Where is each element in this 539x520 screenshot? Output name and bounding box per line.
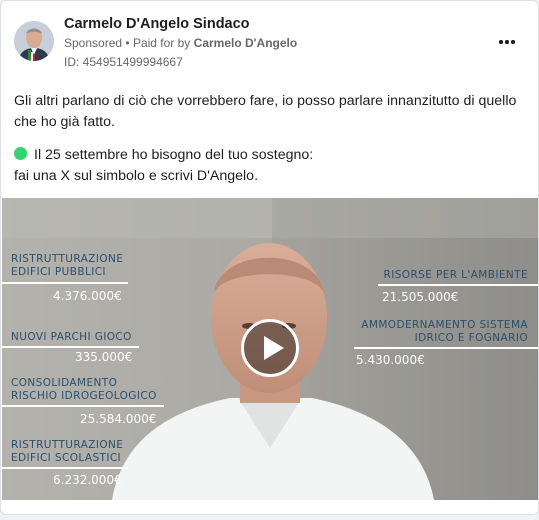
sponsor-line: Sponsored • Paid for by Carmelo D'Angelo <box>64 36 297 50</box>
sponsored-label: Sponsored <box>64 36 123 50</box>
paid-for-label: Paid for by <box>132 36 191 50</box>
paid-for-name[interactable]: Carmelo D'Angelo <box>194 36 298 50</box>
overlay-divider <box>2 405 164 407</box>
overlay-value-risorse-ambiente: 21.505.000€ <box>382 290 459 304</box>
overlay-value-sistema-idrico: 5.430.000€ <box>356 353 425 367</box>
ad-id: ID: 454951499994667 <box>64 55 183 69</box>
overlay-label-parchi-gioco: NUOVI PARCHI GIOCO <box>11 331 132 343</box>
overlay-label-edifici-pubblici: RISTRUTTURAZIONE EDIFICI PUBBLICI <box>11 253 124 278</box>
overlay-label-sistema-idrico: AMMODERNAMENTO SISTEMA IDRICO E FOGNARIO <box>361 319 528 344</box>
overlay-label-rischio-idrogeologico: CONSOLIDAMENTO RISCHIO IDROGEOLOGICO <box>11 377 157 402</box>
page-avatar[interactable] <box>14 21 54 61</box>
overlay-value-parchi-gioco: 335.000€ <box>75 350 133 364</box>
paragraph-2-line-2: fai una X sul simbolo e scrivi D'Angelo. <box>14 168 259 184</box>
overlay-divider <box>2 467 128 469</box>
overlay-value-rischio-idrogeologico: 25.584.000€ <box>80 412 157 426</box>
video-player[interactable]: RISTRUTTURAZIONE EDIFICI PUBBLICI 4.376.… <box>2 198 538 500</box>
paragraph-1: Gli altri parlano di ciò che vorrebbero … <box>14 93 517 130</box>
overlay-label-edifici-scolastici: RISTRUTTURAZIONE EDIFICI SCOLASTICI <box>11 439 124 464</box>
overlay-value-edifici-pubblici: 4.376.000€ <box>53 289 122 303</box>
green-circle-icon <box>14 147 27 160</box>
more-options-button[interactable] <box>495 29 519 53</box>
overlay-divider <box>2 346 139 348</box>
overlay-divider <box>354 347 538 349</box>
play-button[interactable] <box>241 319 299 377</box>
post-text: Gli altri parlano di ciò che vorrebbero … <box>14 91 529 187</box>
more-horizontal-icon <box>499 40 503 44</box>
overlay-divider <box>2 282 128 284</box>
separator-dot: • <box>125 36 130 50</box>
ad-card: Carmelo D'Angelo Sindaco Sponsored • Pai… <box>0 0 539 515</box>
page-name[interactable]: Carmelo D'Angelo Sindaco <box>64 16 250 32</box>
paragraph-2-line-1: Il 25 settembre ho bisogno del tuo soste… <box>34 147 314 163</box>
paragraph-2: Il 25 settembre ho bisogno del tuo soste… <box>14 145 529 187</box>
overlay-label-risorse-ambiente: RISORSE PER L'AMBIENTE <box>383 269 528 281</box>
overlay-value-edifici-scolastici: 6.232.000€ <box>53 473 122 487</box>
overlay-divider <box>378 284 538 286</box>
play-icon <box>264 336 284 360</box>
